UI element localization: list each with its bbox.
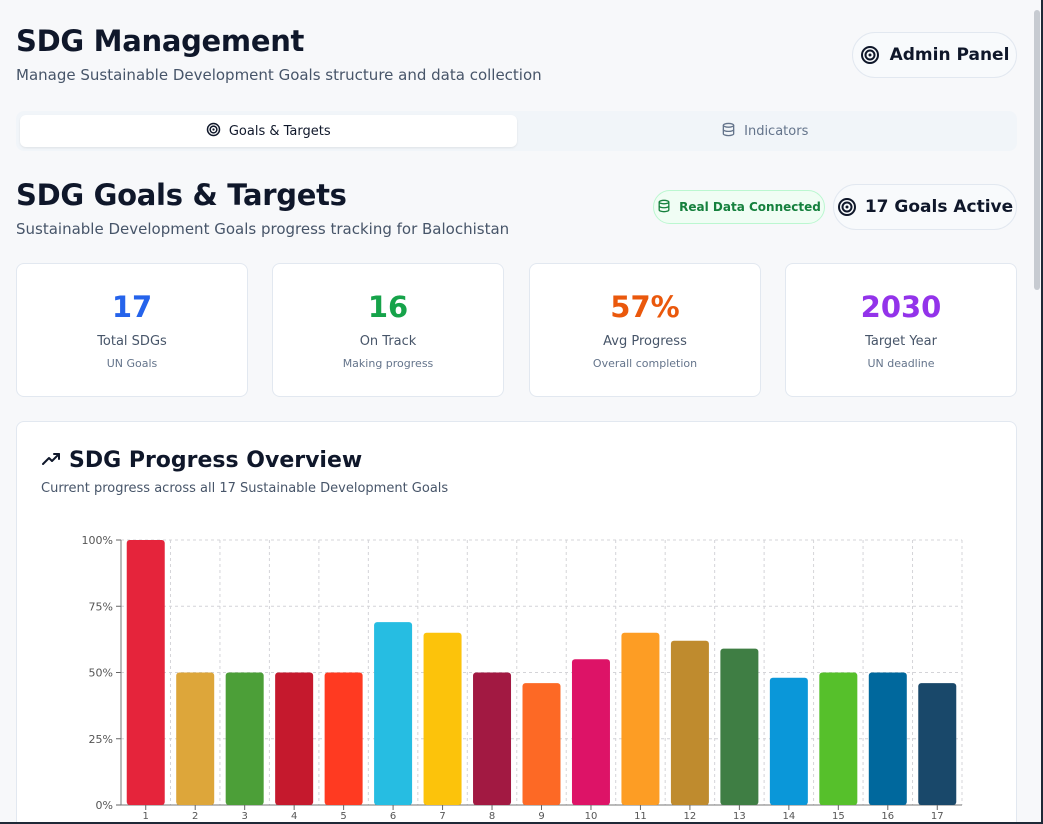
stat-sublabel: UN deadline [867, 357, 935, 370]
x-tick-label: 16 [881, 811, 894, 822]
x-tick-label: 2 [192, 811, 198, 822]
sdg-bar-chart: 0%25%50%75%100%1 2 3 4 5 6 7 8 9 10 11 12 13 14 15 16 17 [82, 534, 963, 822]
x-tick-label: 14 [782, 811, 795, 822]
y-tick-label: 0% [96, 799, 113, 812]
admin-panel-label: Admin Panel [889, 45, 1010, 65]
tab-goals-targets[interactable]: Goals & Targets [20, 115, 517, 147]
database-icon [657, 199, 671, 216]
bar-sdg-14 [769, 677, 808, 805]
bar-sdg-1 [126, 540, 165, 805]
x-tick-label: 6 [390, 811, 396, 822]
section-subtitle: Sustainable Development Goals progress t… [16, 220, 510, 238]
section-title: SDG Goals & Targets [16, 178, 347, 212]
target-icon [860, 45, 880, 65]
x-tick-label: 12 [684, 811, 697, 822]
x-tick-label: 11 [634, 811, 647, 822]
bar-sdg-4 [275, 672, 314, 805]
target-icon [837, 197, 857, 217]
page-subtitle: Manage Sustainable Development Goals str… [16, 66, 542, 84]
goals-active-label: 17 Goals Active [864, 197, 1014, 217]
bar-sdg-10 [571, 659, 610, 805]
target-icon [206, 122, 221, 141]
scrollbar-thumb[interactable] [1034, 10, 1040, 290]
x-tick-label: 17 [931, 811, 944, 822]
y-tick-label: 100% [82, 534, 113, 547]
stat-sublabel: Overall completion [592, 357, 698, 370]
x-tick-label: 4 [291, 811, 297, 822]
stat-card-total-sdgs: 17 Total SDGs UN Goals [16, 263, 248, 397]
stat-card-avg-progress: 57% Avg Progress Overall completion [529, 263, 761, 397]
x-tick-label: 3 [241, 811, 247, 822]
bar-sdg-3 [225, 672, 264, 805]
stat-sublabel: Making progress [342, 357, 434, 370]
progress-chart-card: SDG Progress Overview Current progress a… [16, 421, 1017, 822]
stat-value: 2030 [860, 290, 942, 324]
admin-panel-button[interactable]: Admin Panel [852, 32, 1017, 78]
x-tick-label: 7 [439, 811, 445, 822]
x-tick-label: 13 [733, 811, 746, 822]
app-window: SDG Management Manage Sustainable Develo… [0, 0, 1043, 824]
stat-label: On Track [359, 334, 417, 349]
bar-sdg-7 [423, 632, 462, 805]
page-title: SDG Management [16, 24, 305, 58]
x-tick-label: 10 [585, 811, 598, 822]
x-tick-label: 5 [340, 811, 346, 822]
stat-label: Target Year [865, 334, 937, 349]
bar-sdg-16 [868, 672, 907, 805]
tab-bar: Goals & Targets Indicators [16, 111, 1017, 151]
stat-label: Avg Progress [603, 334, 687, 349]
x-tick-label: 15 [832, 811, 845, 822]
bar-sdg-13 [720, 648, 759, 805]
bar-sdg-2 [176, 672, 215, 805]
y-tick-label: 50% [89, 667, 113, 680]
section-header: SDG Goals & Targets Sustainable Developm… [16, 178, 509, 238]
bar-sdg-5 [324, 672, 363, 805]
real-data-label: Real Data Connected [679, 200, 821, 214]
bar-sdg-17 [918, 683, 957, 805]
tab-label: Indicators [744, 123, 809, 139]
bar-sdg-8 [473, 672, 512, 805]
y-tick-label: 25% [89, 733, 113, 746]
bar-sdg-6 [374, 622, 413, 805]
stat-card-on-track: 16 On Track Making progress [272, 263, 504, 397]
stat-label: Total SDGs [97, 334, 167, 349]
bar-sdg-15 [819, 672, 858, 805]
x-tick-label: 8 [489, 811, 495, 822]
bar-sdg-12 [670, 640, 709, 805]
y-tick-label: 75% [89, 600, 113, 613]
x-tick-label: 9 [538, 811, 544, 822]
bar-sdg-9 [522, 683, 561, 805]
database-icon [721, 122, 736, 141]
stat-card-target-year: 2030 Target Year UN deadline [785, 263, 1017, 397]
goals-active-badge: 17 Goals Active [833, 184, 1017, 230]
page-header: SDG Management Manage Sustainable Develo… [16, 24, 542, 84]
stat-value: 57% [610, 290, 680, 324]
stat-sublabel: UN Goals [106, 357, 158, 370]
stat-value: 16 [367, 290, 409, 324]
tab-label: Goals & Targets [228, 123, 331, 139]
stat-value: 17 [111, 290, 153, 324]
x-tick-label: 1 [143, 811, 149, 822]
bar-sdg-11 [621, 632, 660, 805]
tab-indicators[interactable]: Indicators [517, 115, 1014, 147]
real-data-badge: Real Data Connected [653, 190, 825, 224]
